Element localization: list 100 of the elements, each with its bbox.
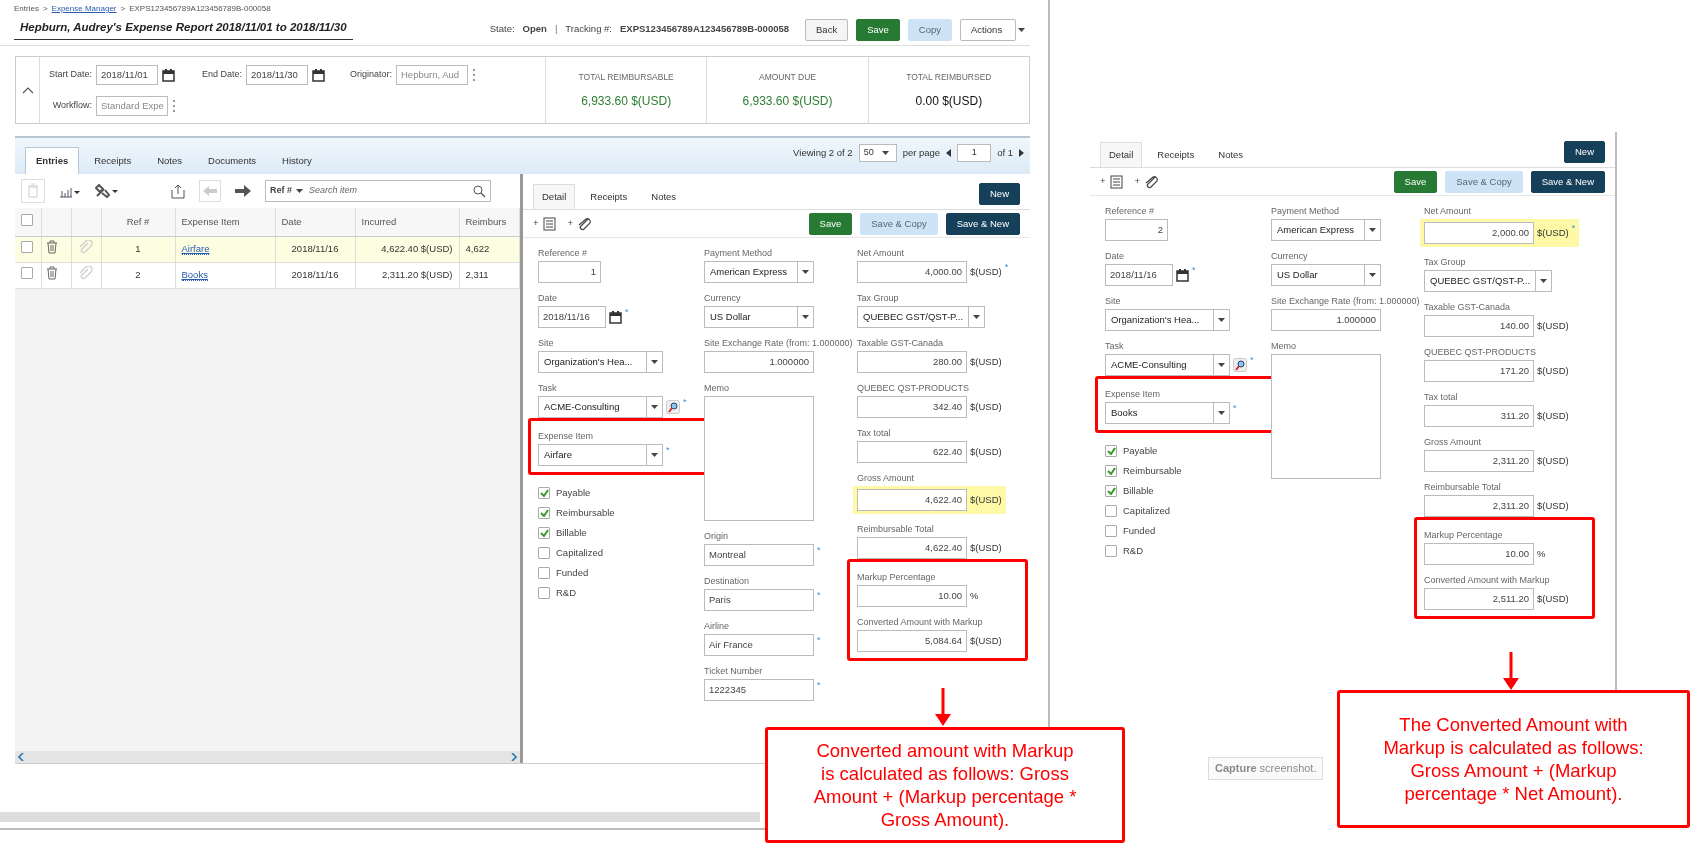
breadcrumb-link[interactable]: Expense Manager — [51, 4, 117, 13]
lookup-icon[interactable] — [1233, 358, 1247, 372]
checkbox[interactable] — [538, 547, 550, 559]
page-size-dropdown[interactable]: 50 — [858, 144, 897, 162]
action-button[interactable]: Save — [1393, 170, 1438, 193]
dropdown-field[interactable]: QUEBEC GST/QST-P... — [857, 306, 985, 328]
tab[interactable]: Notes — [146, 146, 193, 174]
checkbox[interactable] — [1105, 505, 1117, 517]
paperclip-icon[interactable] — [577, 216, 593, 231]
search-icon[interactable] — [473, 184, 486, 198]
action-button[interactable]: Save & New — [1530, 170, 1605, 193]
action-button[interactable]: Save & New — [945, 212, 1020, 235]
search-field[interactable]: Ref # Search item — [265, 180, 491, 202]
text-field[interactable]: 280.00 — [857, 351, 967, 373]
checkbox[interactable] — [21, 213, 33, 226]
trash-icon[interactable] — [44, 265, 59, 281]
scrollbar[interactable] — [15, 751, 520, 763]
more-icon[interactable] — [172, 98, 176, 113]
collapse-icon[interactable] — [21, 85, 34, 95]
tab[interactable]: Receipts — [1148, 141, 1204, 167]
checkbox[interactable] — [538, 487, 550, 499]
text-field[interactable]: 342.40 — [857, 396, 967, 418]
action-button[interactable]: Save & Copy — [860, 212, 938, 235]
document-icon[interactable] — [542, 216, 556, 231]
calendar-icon[interactable] — [1176, 268, 1189, 282]
text-field[interactable]: 4,622.40 — [857, 489, 967, 511]
dropdown-field[interactable]: Organization's Hea... — [1105, 309, 1230, 331]
text-field[interactable]: 171.20 — [1424, 360, 1534, 382]
text-field[interactable]: 5,084.64 — [857, 630, 967, 652]
export-icon[interactable] — [171, 183, 185, 199]
tab[interactable]: Documents — [197, 146, 268, 174]
scroll-left-icon[interactable] — [18, 753, 24, 761]
new-button[interactable]: New — [1564, 141, 1605, 163]
action-button[interactable]: Save — [856, 18, 900, 41]
paperclip-icon[interactable] — [77, 239, 93, 254]
checkbox[interactable] — [538, 527, 550, 539]
paperclip-icon[interactable] — [77, 265, 93, 280]
checkbox[interactable] — [538, 507, 550, 519]
text-field[interactable]: 2 — [1105, 219, 1168, 241]
trash-icon[interactable] — [44, 239, 59, 255]
checkbox[interactable] — [1105, 465, 1117, 477]
paperclip-icon[interactable] — [1144, 174, 1160, 189]
tab[interactable]: Receipts — [581, 183, 637, 209]
tab[interactable]: Notes — [1209, 141, 1253, 167]
dropdown-field[interactable]: Books — [1105, 402, 1230, 424]
text-field[interactable]: 311.20 — [1424, 405, 1534, 427]
scroll-right-icon[interactable] — [511, 753, 517, 761]
text-field[interactable]: 2,511.20 — [1424, 588, 1534, 610]
document-icon[interactable] — [1109, 174, 1123, 189]
dropdown-field[interactable]: ACME-Consulting — [538, 396, 663, 418]
expense-item-link[interactable]: Books — [181, 268, 208, 281]
dropdown-field[interactable]: ACME-Consulting — [1105, 354, 1230, 376]
tools-icon[interactable] — [95, 184, 119, 198]
text-field[interactable]: 1.000000 — [1271, 309, 1381, 331]
tab[interactable]: History — [271, 146, 323, 174]
text-field[interactable]: 140.00 — [1424, 315, 1534, 337]
text-field[interactable]: 1 — [538, 261, 601, 283]
more-icon[interactable] — [472, 67, 476, 82]
checkbox[interactable] — [1105, 545, 1117, 557]
calendar-icon[interactable] — [312, 67, 325, 82]
calendar-icon[interactable] — [609, 310, 622, 324]
scrollbar[interactable] — [0, 812, 760, 822]
date-field[interactable]: 2018/11/16 — [1105, 264, 1173, 286]
checkbox[interactable] — [538, 567, 550, 579]
date-field[interactable]: 2018/11/30 — [246, 64, 308, 85]
tab[interactable]: Detail — [533, 183, 576, 209]
tab[interactable]: Notes — [642, 183, 686, 209]
lookup-icon[interactable] — [666, 400, 680, 414]
checkbox[interactable] — [1105, 485, 1117, 497]
calendar-icon[interactable] — [162, 67, 175, 82]
text-field[interactable]: 10.00 — [857, 585, 967, 607]
checkbox[interactable] — [1105, 445, 1117, 457]
dropdown-field[interactable]: Organization's Hea... — [538, 351, 663, 373]
action-button[interactable]: Save — [808, 212, 853, 235]
text-field[interactable]: 622.40 — [857, 441, 967, 463]
memo-field[interactable] — [704, 396, 814, 521]
action-button[interactable]: Copy — [907, 18, 952, 41]
text-field[interactable]: 2,311.20 — [1424, 495, 1534, 517]
action-button[interactable]: Save & Copy — [1445, 170, 1523, 193]
expense-item-link[interactable]: Airfare — [181, 242, 210, 255]
page-field[interactable]: 1 — [957, 144, 992, 162]
text-field[interactable]: 10.00 — [1424, 543, 1534, 565]
previous-page-icon[interactable] — [946, 149, 952, 157]
text-field[interactable]: 4,000.00 — [857, 261, 967, 283]
text-field[interactable]: 2,000.00 — [1424, 222, 1534, 244]
forward-arrow-icon[interactable] — [235, 184, 251, 198]
memo-field[interactable] — [1271, 354, 1381, 479]
date-field[interactable]: 2018/11/16 — [538, 306, 606, 328]
dropdown-field[interactable]: American Express — [704, 261, 814, 283]
text-field[interactable]: 1.000000 — [704, 351, 814, 373]
tab[interactable]: Receipts — [83, 146, 143, 174]
dropdown-field[interactable]: Airfare — [538, 444, 663, 466]
dropdown-field[interactable]: US Dollar — [1271, 264, 1381, 286]
dropdown-field[interactable]: US Dollar — [704, 306, 814, 328]
next-page-icon[interactable] — [1019, 149, 1024, 157]
new-button[interactable]: New — [979, 183, 1020, 205]
date-field[interactable]: 2018/11/01 — [96, 64, 158, 85]
action-button[interactable]: Back — [805, 18, 849, 41]
checkbox[interactable] — [21, 240, 33, 253]
text-field[interactable]: Air France — [704, 634, 814, 656]
